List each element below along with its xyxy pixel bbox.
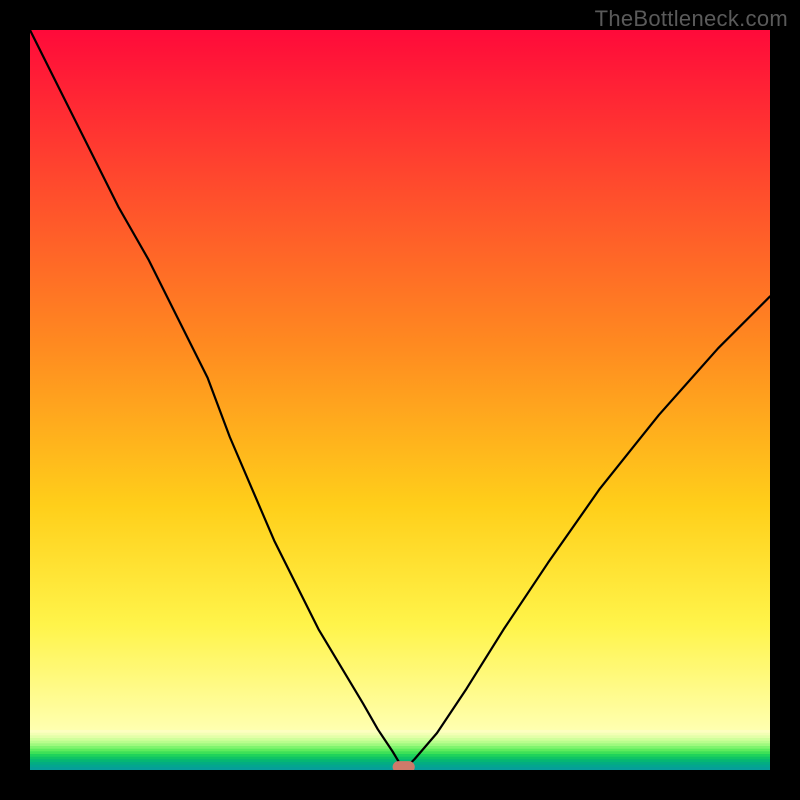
chart-frame: TheBottleneck.com — [0, 0, 800, 800]
optimal-marker — [393, 761, 415, 770]
chart-svg — [30, 30, 770, 770]
plot-area — [30, 30, 770, 770]
watermark-text: TheBottleneck.com — [595, 6, 788, 32]
gradient-body — [30, 30, 770, 730]
